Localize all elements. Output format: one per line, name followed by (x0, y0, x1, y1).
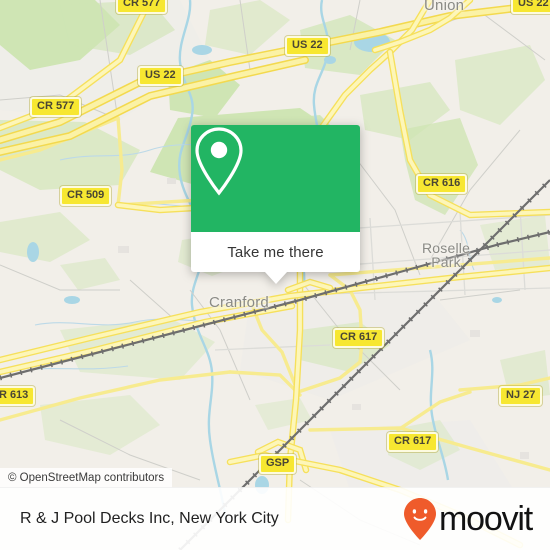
footer-bar: R & J Pool Decks Inc, New York City moov… (0, 487, 550, 550)
road-shield-us22-west: US 22 (138, 66, 183, 86)
popup-action[interactable]: Take me there (191, 232, 360, 272)
road-shield-us22-east: US 22 (285, 36, 330, 56)
road-shield-cr577-north: CR 577 (116, 0, 168, 14)
moovit-pin-icon (404, 498, 437, 540)
road-shield-cr617-upper: CR 617 (333, 328, 385, 348)
osm-attribution[interactable]: © OpenStreetMap contributors (0, 468, 173, 488)
location-pin-icon (195, 127, 243, 196)
map-page: .green { fill:#cfe5b4; } .green2 { fill:… (0, 0, 550, 550)
road-shield-nj27: NJ 27 (499, 386, 543, 406)
road-shield-cr577-west: CR 577 (30, 97, 82, 117)
moovit-wordmark: moovit (439, 500, 533, 538)
location-popup-card[interactable]: Take me there (191, 125, 360, 284)
road-shield-gsp: GSP (259, 454, 297, 474)
popup-pointer (264, 272, 287, 284)
poi-title: R & J Pool Decks Inc, New York City (20, 510, 279, 527)
road-shield-cr509: CR 509 (60, 186, 112, 206)
road-shield-cr616: CR 616 (416, 174, 468, 194)
map-canvas[interactable]: .green { fill:#cfe5b4; } .green2 { fill:… (0, 0, 550, 550)
popup-header (191, 125, 360, 232)
moovit-logo[interactable]: moovit (403, 497, 533, 541)
road-shield-us22-corner: US 22 (511, 0, 550, 14)
road-shield-cr617-lower: CR 617 (387, 432, 439, 452)
take-me-there-label: Take me there (227, 243, 324, 261)
road-shield-cr613: CR 613 (0, 386, 36, 406)
